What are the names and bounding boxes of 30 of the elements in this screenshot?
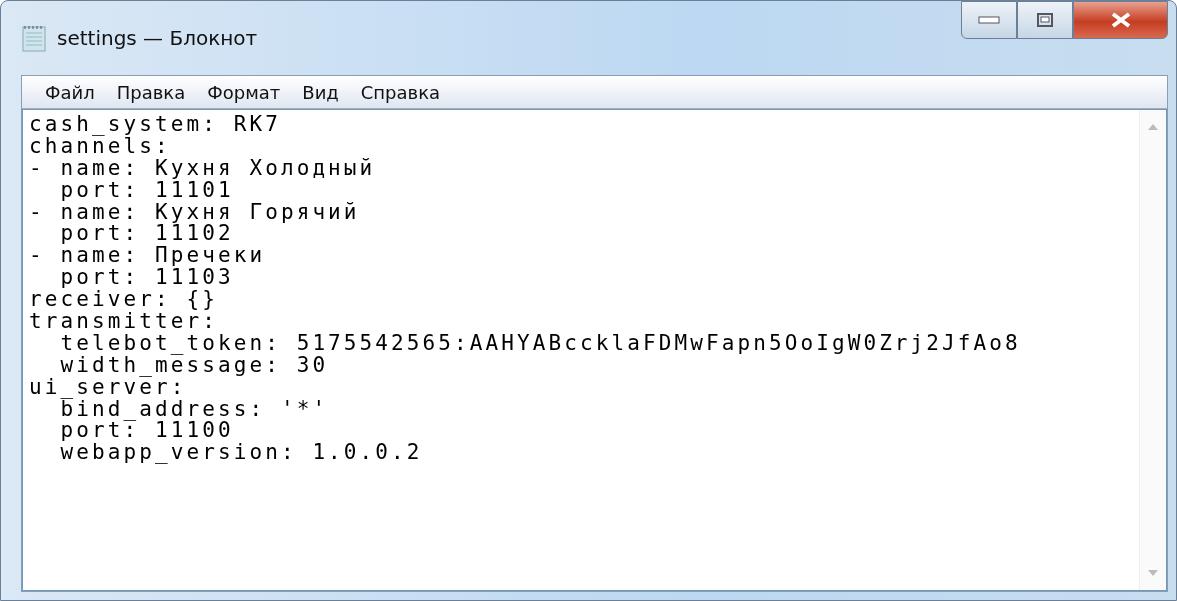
minimize-icon (977, 15, 1001, 25)
notepad-icon (21, 23, 49, 53)
text-line: port: 11101 (59, 179, 235, 202)
minimize-button[interactable] (961, 1, 1017, 39)
text-line: port: 11103 (59, 267, 234, 290)
text-line: bind_address: '*' (60, 398, 330, 421)
text-line: - name: Кухня Горячий (29, 201, 361, 224)
text-line: webapp_version: 1.0.0.2 (59, 442, 424, 465)
close-icon (1109, 11, 1132, 29)
maximize-button[interactable] (1017, 1, 1073, 39)
text-line: channels: (29, 135, 171, 158)
text-line: telebot_token: 5175542565:AAHYABccklaFDMwFapn5OoIgW0Zrj2JfAo8 (59, 332, 1022, 355)
menu-item[interactable]: Правка (105, 81, 197, 103)
text-line: width_message: 30 (59, 354, 329, 377)
text-line: cash_system: RK7 (29, 114, 282, 136)
menu-item[interactable]: Формат (196, 81, 292, 103)
close-button[interactable] (1073, 1, 1168, 39)
text-area[interactable] (22, 109, 1167, 591)
maximize-icon (1036, 12, 1054, 28)
text-line: port: 11100 (59, 420, 234, 443)
text-line: port: 11102 (59, 223, 235, 246)
text-line: - name: Кухня Холодный (29, 157, 377, 180)
menu-item[interactable]: Файл (34, 81, 106, 103)
text-line: transmitter: (29, 311, 219, 333)
text-line: - name: Пречеки (29, 245, 267, 268)
menu-item[interactable]: Справка (349, 81, 452, 103)
text-line: ui_server: (29, 376, 187, 399)
text-line: receiver: {} (29, 289, 219, 311)
window-title: settings — Блокнот (57, 26, 258, 50)
menu-item[interactable]: Вид (291, 81, 350, 103)
